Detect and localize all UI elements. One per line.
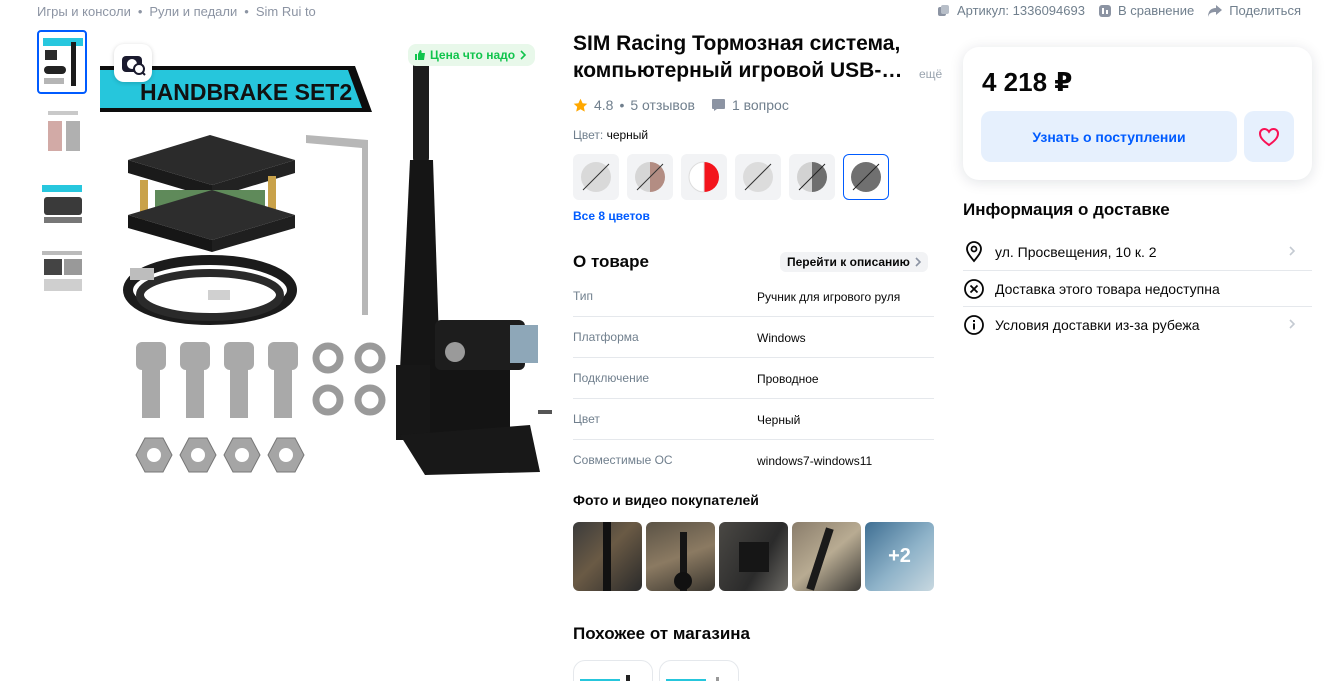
thumbs-up-icon — [415, 50, 425, 60]
swatch-image — [635, 162, 665, 192]
heart-icon — [1258, 127, 1280, 146]
customer-photos: +2 — [573, 522, 938, 591]
specs-table: Тип Ручник для игрового руля Платформа Win… — [573, 276, 934, 481]
thumbnail[interactable] — [37, 30, 87, 94]
thumbnail[interactable] — [37, 240, 87, 304]
price-badge[interactable]: Цена что надо — [408, 44, 536, 66]
info-icon — [964, 314, 984, 335]
reviews-link[interactable]: 5 отзывов — [630, 97, 695, 113]
customer-photo[interactable] — [792, 522, 861, 591]
camera-search-icon — [122, 56, 146, 76]
swatch-image — [688, 161, 719, 193]
delivery-heading: Информация о доставке — [963, 200, 1170, 219]
breadcrumb-item[interactable]: Рули и педали — [149, 4, 237, 19]
star-icon — [573, 98, 588, 112]
article-number[interactable]: Артикул: 1336094693 — [937, 3, 1085, 18]
all-colors-link[interactable]: Все 8 цветов — [573, 209, 650, 223]
product-main-image[interactable]: HANDBRAKE SET2 — [100, 40, 552, 485]
swatch-image — [581, 162, 611, 192]
similar-card[interactable] — [573, 660, 653, 681]
share-icon — [1208, 4, 1223, 17]
swatch-image — [797, 162, 827, 192]
swatch-image — [851, 162, 881, 192]
notify-arrival-button[interactable]: Узнать о поступлении — [981, 111, 1237, 162]
rating-value[interactable]: 4.8 — [594, 97, 613, 113]
color-swatch[interactable] — [573, 154, 619, 200]
chevron-right-icon — [1289, 319, 1296, 329]
color-value: черный — [606, 128, 649, 142]
location-pin-icon — [966, 241, 982, 263]
color-swatches — [573, 154, 897, 200]
questions-link[interactable]: 1 вопрос — [732, 97, 789, 113]
customer-photo-more[interactable]: +2 — [865, 522, 934, 591]
buy-box: 4 218 ₽ Узнать о поступлении — [963, 47, 1312, 180]
similar-heading: Похожее от магазина — [573, 624, 751, 643]
spec-row: Платформа Windows — [573, 317, 934, 358]
banner-text: HANDBRAKE SET2 — [140, 79, 352, 105]
breadcrumb-item[interactable]: Sim Rui to — [256, 4, 316, 19]
thumbnail[interactable] — [37, 100, 87, 164]
price: 4 218 ₽ — [982, 67, 1073, 97]
customer-photo[interactable] — [719, 522, 788, 591]
color-swatch[interactable] — [681, 154, 727, 200]
thumbnail[interactable] — [37, 170, 87, 234]
delivery-info: ул. Просвещения, 10 к. 2 Доставка этого … — [963, 234, 1312, 342]
rating-row: 4.8 • 5 отзывов 1 вопрос — [573, 97, 789, 113]
visual-search-button[interactable] — [114, 44, 152, 82]
chevron-right-icon — [1289, 246, 1296, 256]
product-title: SIM Racing Тормозная система, компьютерн… — [573, 32, 903, 82]
about-heading: О товаре — [573, 252, 649, 271]
compare-button[interactable]: В сравнение — [1098, 3, 1194, 18]
product-photo: HANDBRAKE SET2 — [100, 55, 552, 475]
breadcrumb-separator: • — [244, 4, 249, 19]
chevron-right-icon — [520, 50, 527, 60]
breadcrumb-item[interactable]: Игры и консоли — [37, 4, 131, 19]
top-actions: Артикул: 1336094693 В сравнение Поделить… — [924, 3, 1301, 18]
customer-photo[interactable] — [646, 522, 715, 591]
similar-card[interactable] — [659, 660, 739, 681]
color-label: Цвет: черный — [573, 128, 649, 142]
go-to-description-button[interactable]: Перейти к описанию — [780, 252, 928, 272]
compare-icon — [1098, 4, 1111, 17]
swatch-image — [743, 162, 773, 192]
spec-row: Совместимые ОС windows7-windows11 — [573, 453, 873, 468]
copy-icon — [937, 4, 949, 16]
customer-photo[interactable] — [573, 522, 642, 591]
delivery-address-row[interactable]: ул. Просвещения, 10 к. 2 — [963, 234, 1312, 270]
customer-photos-heading: Фото и видео покупателей — [573, 492, 759, 508]
spec-row: Подключение Проводное — [573, 358, 934, 399]
share-button[interactable]: Поделиться — [1207, 3, 1301, 18]
more-photos-count: +2 — [888, 545, 911, 567]
similar-list — [573, 660, 745, 681]
cross-circle-icon — [964, 278, 984, 299]
favorite-button[interactable] — [1244, 111, 1294, 162]
color-swatch[interactable] — [627, 154, 673, 200]
thumbnail-list — [37, 30, 89, 310]
delivery-unavailable-row: Доставка этого товара недоступна — [963, 270, 1312, 306]
spec-row: Цвет Черный — [573, 399, 934, 440]
breadcrumb: Игры и консоли • Рули и педали • Sim Rui… — [37, 4, 316, 19]
color-swatch-selected[interactable] — [843, 154, 889, 200]
breadcrumb-separator: • — [137, 4, 143, 19]
question-icon — [711, 99, 725, 111]
spec-row: Тип Ручник для игрового руля — [573, 276, 934, 317]
delivery-abroad-row[interactable]: Условия доставки из-за рубежа — [963, 306, 1312, 342]
chevron-right-icon — [915, 257, 922, 267]
title-more-link[interactable]: ещё — [905, 67, 943, 81]
color-swatch[interactable] — [789, 154, 835, 200]
color-swatch[interactable] — [735, 154, 781, 200]
